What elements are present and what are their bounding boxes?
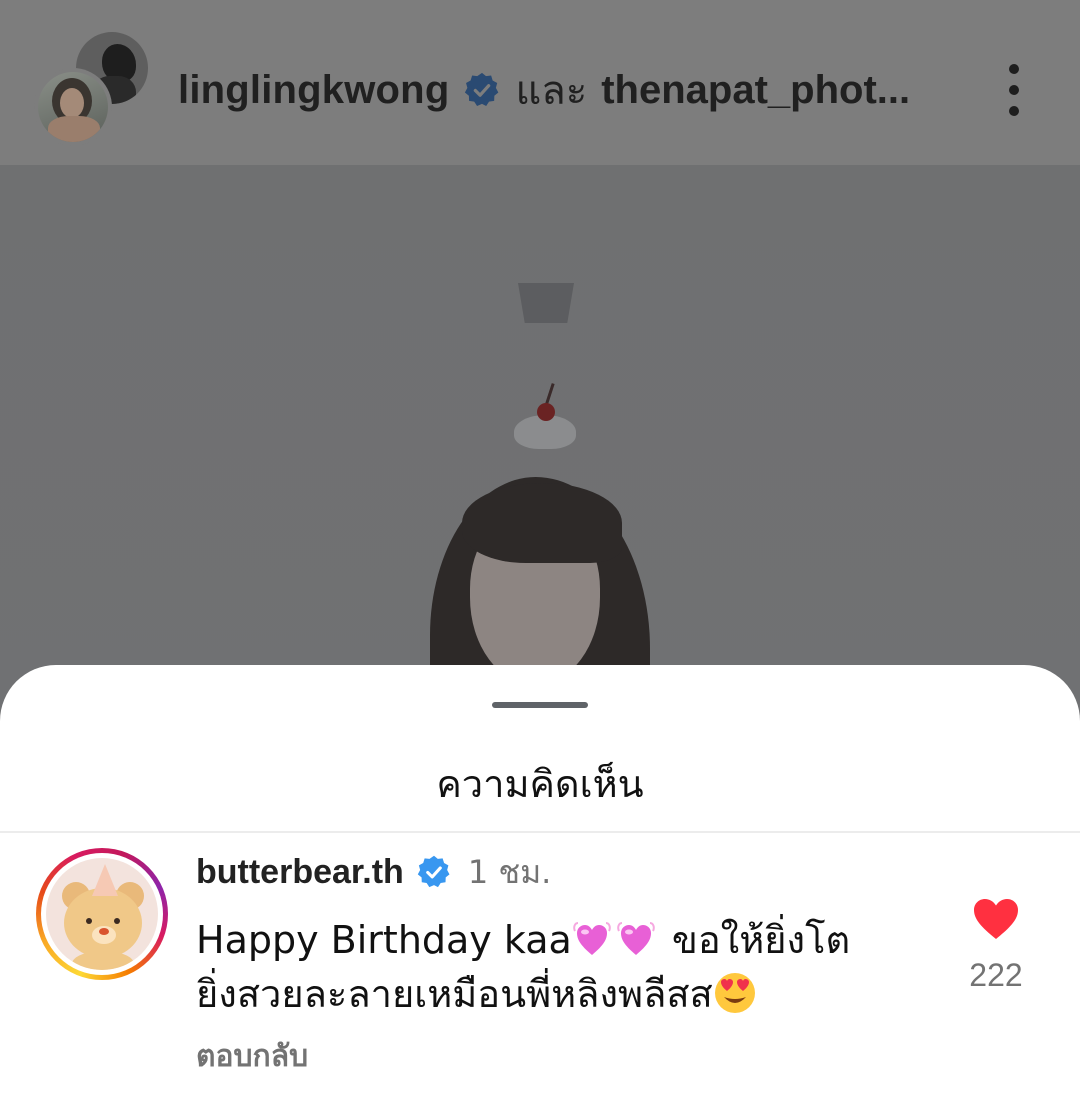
- sheet-drag-handle[interactable]: [492, 702, 588, 708]
- like-heart-icon[interactable]: [972, 897, 1020, 941]
- comment-text-part: ยิ่งสวยละลายเหมือนพี่หลิงพลีสส: [196, 972, 713, 1016]
- sheet-title: ความคิดเห็น: [436, 762, 644, 806]
- more-options-button[interactable]: [996, 60, 1032, 120]
- post-header: linglingkwong และ thenapat_phot...: [0, 0, 1080, 165]
- pink-beating-heart-emoji: [573, 922, 611, 955]
- verified-badge-icon: [417, 855, 450, 888]
- commenter-avatar-story-ring[interactable]: [36, 848, 168, 980]
- reply-button[interactable]: ตอบกลับ: [196, 1033, 308, 1080]
- author-username[interactable]: linglingkwong: [178, 68, 449, 113]
- heart-eyes-emoji: [714, 973, 755, 1013]
- comment-text-part: Happy Birthday kaa: [196, 918, 572, 962]
- author-avatar[interactable]: [34, 68, 112, 146]
- comment-text-part: ขอให้ยิ่งโต: [659, 918, 851, 962]
- divider: [0, 831, 1080, 833]
- commenter-avatar[interactable]: [46, 858, 158, 970]
- comment-header: butterbear.th 1 ชม.: [196, 850, 551, 894]
- like-count: 222: [969, 957, 1023, 993]
- comment-timestamp: 1 ชม.: [467, 852, 552, 891]
- more-vertical-icon: [1009, 64, 1019, 74]
- conjunction-text: และ: [515, 69, 588, 113]
- comments-sheet: ความคิดเห็น butterbear.th 1 ชม. Happy Bi…: [0, 665, 1080, 1102]
- post-authors: linglingkwong และ thenapat_phot...: [178, 66, 910, 114]
- comment-body: Happy Birthday kaa ขอให้ยิ่งโต ยิ่งสวยละ…: [196, 913, 916, 1021]
- verified-badge-icon: [465, 72, 499, 106]
- collaborator-username[interactable]: thenapat_phot...: [601, 68, 910, 113]
- post-image: [0, 165, 1080, 725]
- commenter-username[interactable]: butterbear.th: [196, 853, 404, 892]
- pink-beating-heart-emoji: [617, 922, 655, 955]
